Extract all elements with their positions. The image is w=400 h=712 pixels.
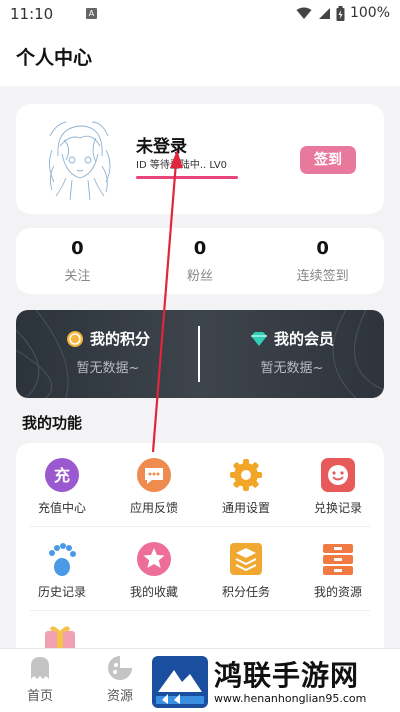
stat-fans[interactable]: 0 粉丝 [139,228,262,294]
function-favorites[interactable]: 我的收藏 [108,527,200,611]
status-time: 11:10 [10,5,54,23]
avatar[interactable] [36,116,122,202]
watermark: 鸿联手游网 www.henanhonglian95.com [150,652,400,712]
stat-value: 0 [71,238,84,259]
function-point-tasks[interactable]: 积分任务 [200,527,292,611]
gamepad-icon [108,656,132,680]
battery-icon [336,5,345,21]
stat-value: 0 [316,238,329,259]
ghost-icon [31,657,49,679]
points-value: 暂无数据~ [76,361,140,376]
nav-home[interactable]: 首页 [10,655,70,704]
favorites-icon [137,542,171,576]
function-label: 兑换记录 [313,501,362,515]
function-label: 应用反馈 [129,501,178,515]
status-bar: 11:10 A 100% [0,0,400,28]
functions-row: 历史记录 我的收藏 积分任务 我的资源 [16,527,384,611]
my-points[interactable]: 我的积分 暂无数据~ [16,328,200,376]
signal-icon [318,7,330,19]
wifi-icon [296,7,312,19]
member-value: 暂无数据~ [260,361,324,376]
function-label: 充值中心 [37,501,86,515]
user-id: ID 等待登陆中.. LV0 [136,160,228,171]
stat-label: 关注 [64,269,91,284]
nav-label: 首页 [26,689,53,704]
watermark-logo [152,656,208,708]
functions-row: 充 充值中心 应用反馈 通用设置 兑换记录 [16,443,384,527]
page-header: 个人中心 [0,28,400,86]
watermark-title: 鸿联手游网 [214,659,360,692]
my-membership[interactable]: 我的会员 暂无数据~ [200,328,384,376]
notification-icon: A [86,8,97,19]
function-settings[interactable]: 通用设置 [200,443,292,527]
page-title: 个人中心 [16,47,93,69]
profile-card[interactable]: 未登录 ID 等待登陆中.. LV0 签到 [16,104,384,214]
feedback-icon [137,458,171,492]
tasks-icon [230,543,262,575]
settings-icon [230,459,262,491]
checkin-button[interactable]: 签到 [300,146,356,174]
svg-text:充: 充 [54,466,70,485]
username[interactable]: 未登录 [136,132,187,157]
function-my-resources[interactable]: 我的资源 [292,527,384,611]
watermark-url: www.henanhonglian95.com [214,692,367,705]
stats-card: 0 关注 0 粉丝 0 连续签到 [16,228,384,294]
function-exchange-records[interactable]: 兑换记录 [292,443,384,527]
diamond-icon [250,331,267,346]
stat-value: 0 [193,238,207,259]
section-title: 我的功能 [22,414,83,432]
recharge-icon: 充 [45,458,79,492]
stat-label: 粉丝 [187,269,214,284]
function-label: 我的资源 [313,585,362,599]
history-icon [49,543,76,576]
function-label: 我的收藏 [129,585,178,599]
points-title: 我的积分 [89,330,150,348]
row-divider [30,610,370,611]
member-title: 我的会员 [273,330,334,348]
function-label: 通用设置 [221,501,270,515]
stat-following[interactable]: 0 关注 [16,228,139,294]
function-feedback[interactable]: 应用反馈 [108,443,200,527]
nav-resources[interactable]: 资源 [90,655,150,704]
resources-icon [323,544,353,575]
battery-percent: 100% [349,5,390,21]
function-label: 积分任务 [221,585,270,599]
annotation-underline [136,176,238,179]
points-member-card: 我的积分 暂无数据~ 我的会员 暂无数据~ [16,310,384,398]
status-icons: 100% [296,5,390,21]
stat-checkin-streak[interactable]: 0 连续签到 [261,228,384,294]
functions-card: 充 充值中心 应用反馈 通用设置 兑换记录 历史记录 我的收藏 积分任务 我的资… [16,443,384,653]
stat-label: 连续签到 [296,269,349,284]
nav-label: 资源 [106,689,133,704]
exchange-icon [321,458,355,492]
function-recharge[interactable]: 充 充值中心 [16,443,108,527]
function-history[interactable]: 历史记录 [16,527,108,611]
function-label: 历史记录 [37,585,86,599]
coin-icon [66,330,83,347]
